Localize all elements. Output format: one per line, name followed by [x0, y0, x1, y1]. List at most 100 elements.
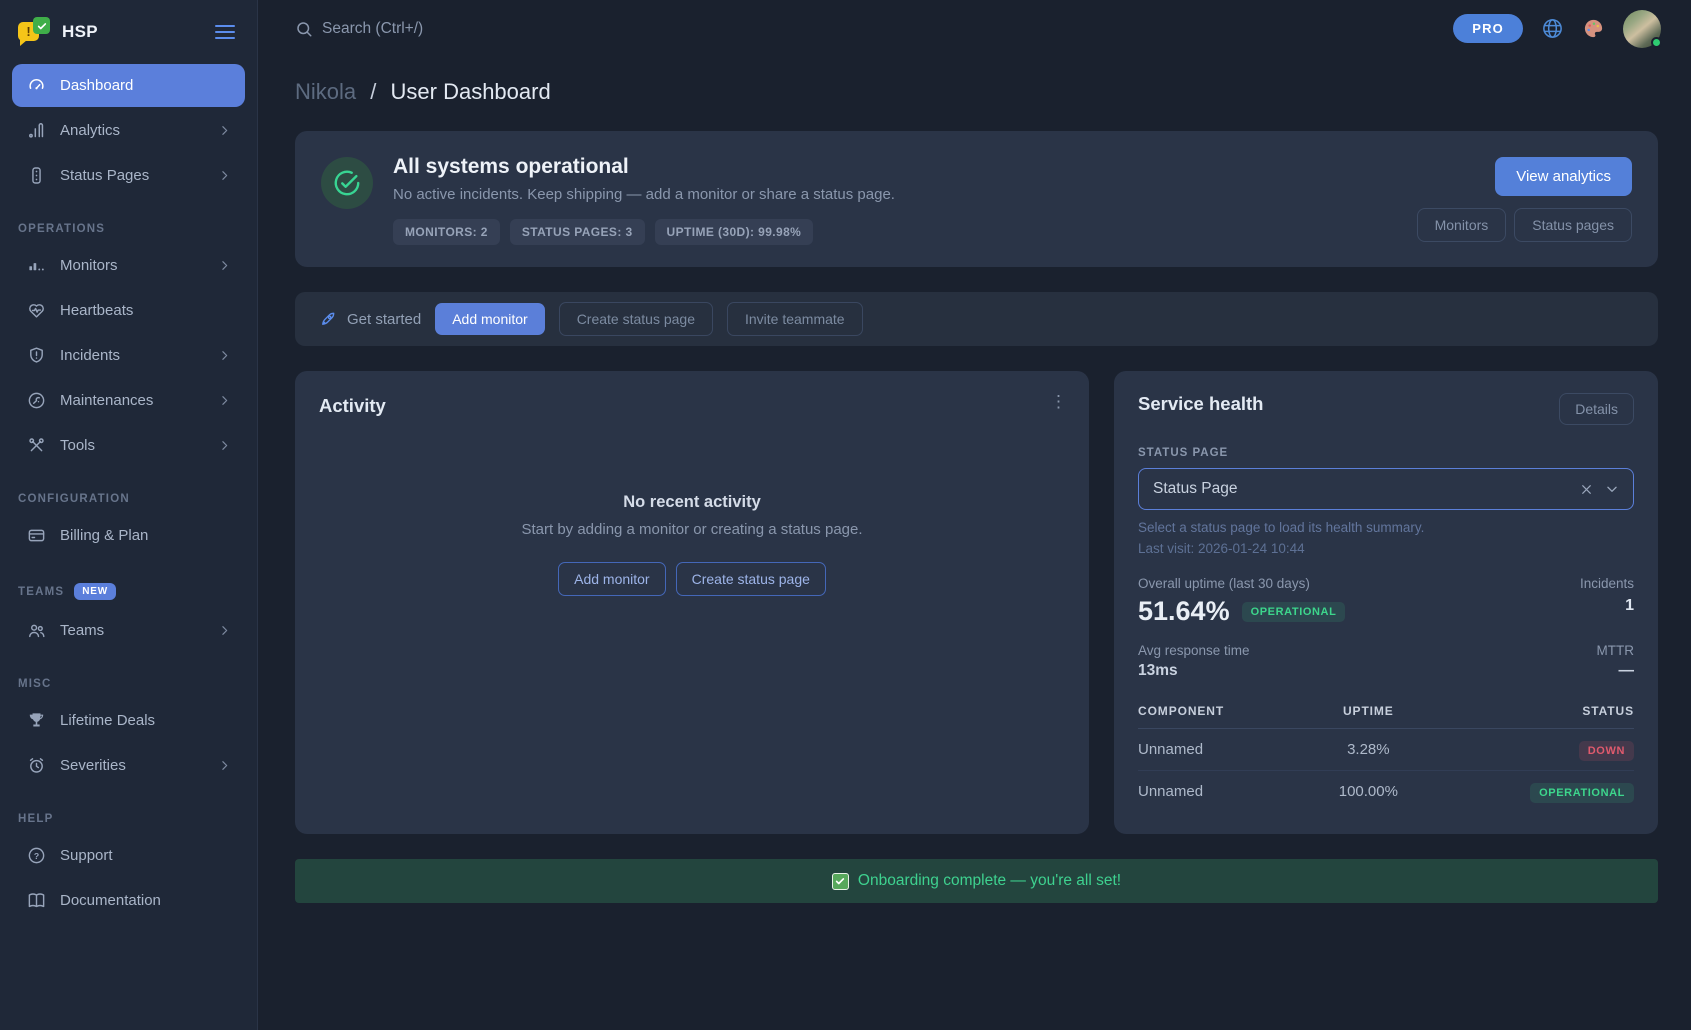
global-search[interactable] — [295, 20, 542, 38]
sidebar-item-monitors[interactable]: Monitors — [12, 244, 245, 287]
sidebar-item-analytics[interactable]: Analytics — [12, 109, 245, 152]
status-hero-card: All systems operational No active incide… — [295, 131, 1658, 267]
mttr-label: MTTR — [1597, 643, 1635, 658]
sidebar-item-label: Analytics — [60, 122, 120, 139]
empty-create-status-page-button[interactable]: Create status page — [676, 562, 826, 596]
section-teams: TEAMS NEW — [18, 583, 239, 600]
help-icon: ? — [26, 846, 46, 866]
details-button[interactable]: Details — [1559, 393, 1634, 425]
sidebar: ! HSP Dashboard Analytics — [0, 0, 258, 1030]
sidebar-item-lifetime-deals[interactable]: Lifetime Deals — [12, 699, 245, 742]
service-health-title: Service health — [1138, 393, 1263, 415]
invite-teammate-button[interactable]: Invite teammate — [727, 302, 863, 336]
sidebar-item-severities[interactable]: Severities — [12, 744, 245, 787]
status-page-select[interactable]: Status Page — [1138, 468, 1634, 510]
search-icon — [295, 20, 313, 38]
sidebar-item-maintenances[interactable]: Maintenances — [12, 379, 245, 422]
sidebar-item-heartbeats[interactable]: Heartbeats — [12, 289, 245, 332]
table-row[interactable]: Unnamed 100.00% OPERATIONAL — [1138, 771, 1634, 813]
status-pages-button[interactable]: Status pages — [1514, 208, 1632, 242]
chevron-right-icon — [218, 349, 231, 362]
alarm-clock-icon — [26, 756, 46, 776]
breadcrumb: Nikola / User Dashboard — [295, 79, 1658, 105]
sidebar-nav: Dashboard Analytics Status Pages — [12, 64, 245, 924]
sidebar-item-tools[interactable]: Tools — [12, 424, 245, 467]
status-page-field-label: STATUS PAGE — [1138, 447, 1634, 459]
create-status-page-button[interactable]: Create status page — [559, 302, 713, 336]
sidebar-item-label: Maintenances — [60, 392, 153, 409]
sidebar-item-incidents[interactable]: Incidents — [12, 334, 245, 377]
activity-title: Activity — [319, 395, 1065, 417]
sidebar-item-label: Dashboard — [60, 77, 133, 94]
activity-empty-state: No recent activity Start by adding a mon… — [319, 493, 1065, 596]
add-monitor-button[interactable]: Add monitor — [435, 303, 544, 335]
table-header-status: STATUS — [1427, 694, 1634, 729]
incidents-value: 1 — [1580, 597, 1634, 615]
chevron-down-icon[interactable] — [1605, 482, 1619, 496]
mttr-value: — — [1597, 662, 1635, 680]
app-logo-icon: ! — [18, 17, 52, 47]
new-badge: NEW — [74, 583, 116, 600]
kebab-menu-icon[interactable]: ⋮ — [1050, 393, 1067, 410]
empty-state-subtitle: Start by adding a monitor or creating a … — [319, 521, 1065, 538]
pro-badge[interactable]: PRO — [1453, 14, 1523, 43]
rocket-icon — [319, 310, 337, 328]
chevron-right-icon — [218, 624, 231, 637]
chevron-right-icon — [218, 259, 231, 272]
onboarding-banner: Onboarding complete — you're all set! — [295, 859, 1658, 903]
sidebar-item-label: Heartbeats — [60, 302, 133, 319]
sidebar-item-dashboard[interactable]: Dashboard — [12, 64, 245, 107]
last-visit-text: Last visit: 2026-01-24 10:44 — [1138, 541, 1634, 556]
sidebar-item-label: Incidents — [60, 347, 120, 364]
sidebar-item-support[interactable]: ? Support — [12, 834, 245, 877]
online-status-dot — [1651, 37, 1662, 48]
empty-state-title: No recent activity — [319, 493, 1065, 512]
page-content: Nikola / User Dashboard All systems oper… — [258, 57, 1691, 1030]
sidebar-item-label: Monitors — [60, 257, 118, 274]
uptime-label: Overall uptime (last 30 days) — [1138, 576, 1345, 591]
sidebar-item-label: Documentation — [60, 892, 161, 909]
chevron-right-icon — [218, 439, 231, 452]
chevron-right-icon — [218, 394, 231, 407]
search-input[interactable] — [322, 20, 542, 38]
table-header-uptime: UPTIME — [1309, 694, 1427, 729]
uptime-status-badge: OPERATIONAL — [1242, 602, 1346, 622]
check-circle-icon — [321, 157, 373, 209]
tools-icon — [26, 436, 46, 456]
status-page-select-value: Status Page — [1153, 480, 1237, 498]
onboarding-banner-text: Onboarding complete — you're all set! — [858, 872, 1121, 890]
theme-palette-icon[interactable] — [1582, 17, 1605, 40]
sidebar-item-label: Support — [60, 847, 113, 864]
section-help: HELP — [18, 813, 239, 825]
breadcrumb-parent[interactable]: Nikola — [295, 79, 356, 104]
sidebar-item-billing[interactable]: Billing & Plan — [12, 514, 245, 557]
check-emoji-icon — [832, 873, 849, 890]
empty-add-monitor-button[interactable]: Add monitor — [558, 562, 665, 596]
users-icon — [26, 621, 46, 641]
sidebar-item-label: Severities — [60, 757, 126, 774]
hamburger-menu-icon[interactable] — [211, 21, 239, 43]
activity-card: Activity ⋮ No recent activity Start by a… — [295, 371, 1089, 834]
uptime-value: 51.64% — [1138, 596, 1230, 627]
clear-selection-icon[interactable] — [1580, 483, 1593, 496]
sidebar-item-label: Tools — [60, 437, 95, 454]
sidebar-item-documentation[interactable]: Documentation — [12, 879, 245, 922]
service-health-card: Service health Details STATUS PAGE Statu… — [1114, 371, 1658, 834]
sidebar-item-label: Status Pages — [60, 167, 149, 184]
app-screen: ! HSP Dashboard Analytics — [0, 0, 1691, 1030]
globe-icon[interactable] — [1541, 17, 1564, 40]
get-started-bar: Get started Add monitor Create status pa… — [295, 292, 1658, 346]
uptime-chip: UPTIME (30D): 99.98% — [655, 219, 814, 245]
section-misc: MISC — [18, 678, 239, 690]
sidebar-item-status-pages[interactable]: Status Pages — [12, 154, 245, 197]
component-name: Unnamed — [1138, 771, 1309, 813]
chevron-right-icon — [218, 759, 231, 772]
monitors-button[interactable]: Monitors — [1417, 208, 1507, 242]
user-avatar[interactable] — [1623, 10, 1661, 48]
view-analytics-button[interactable]: View analytics — [1495, 157, 1632, 196]
sidebar-item-teams[interactable]: Teams — [12, 609, 245, 652]
chevron-right-icon — [218, 124, 231, 137]
table-row[interactable]: Unnamed 3.28% DOWN — [1138, 729, 1634, 771]
section-operations: OPERATIONS — [18, 223, 239, 235]
shield-alert-icon — [26, 346, 46, 366]
